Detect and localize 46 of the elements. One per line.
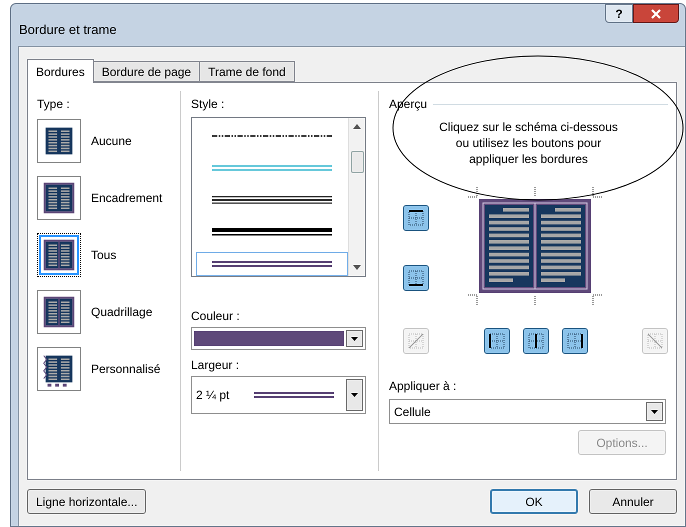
scroll-up-arrow-icon[interactable] [353, 124, 361, 129]
scrollbar[interactable] [348, 118, 365, 276]
horizontal-line-button[interactable]: Ligne horizontale... [27, 489, 146, 514]
border-toggle-button[interactable] [403, 265, 429, 291]
line-sample-icon [212, 195, 332, 205]
apply-to-dropdown[interactable]: Cellule [389, 399, 666, 424]
style-label: Style : [191, 96, 226, 113]
border-type-button[interactable] [37, 119, 81, 163]
width-value: 2 ¼ pt [196, 387, 230, 404]
width-label: Largeur : [191, 357, 240, 374]
line-style-option[interactable] [196, 252, 348, 276]
width-dropdown[interactable]: 2 ¼ pt [191, 376, 366, 414]
border-toggle-button[interactable] [522, 328, 548, 354]
border-type-label: Encadrement [91, 190, 162, 207]
help-button[interactable]: ? [605, 4, 633, 23]
apply-to-value: Cellule [394, 404, 431, 420]
border-toggle-button[interactable] [562, 328, 588, 354]
border-toggle-button[interactable] [403, 205, 429, 231]
line-sample-icon [212, 259, 332, 269]
border-type-label: Quadrillage [91, 304, 152, 321]
scroll-thumb[interactable] [350, 151, 364, 173]
border-toggle-button[interactable] [484, 328, 510, 354]
line-sample-icon [254, 392, 334, 398]
border-type-label: Aucune [91, 133, 132, 150]
border-type-button[interactable] [37, 176, 81, 220]
border-type-label: Tous [91, 247, 116, 264]
scroll-down-arrow-icon[interactable] [353, 265, 361, 270]
line-sample-icon [212, 163, 332, 173]
dialog-button[interactable]: Annuler [589, 489, 677, 514]
color-label: Couleur : [191, 308, 241, 325]
dialog-button[interactable]: OK [490, 489, 578, 514]
instruction-text: Cliquez sur le schéma ci-dessous ou utilisez les boutons pour appliquer les bordures [438, 119, 619, 167]
apply-to-label: Appliquer à : [389, 378, 458, 395]
window-title: Bordure et trame [19, 21, 117, 39]
border-type-label: Personnalisé [91, 361, 160, 378]
type-label: Type : [37, 96, 71, 113]
color-dropdown[interactable] [191, 327, 366, 350]
tab[interactable]: Trame de fond [200, 61, 295, 82]
border-type-button[interactable] [37, 233, 81, 277]
tab[interactable]: Bordures [27, 59, 94, 83]
close-button[interactable] [633, 4, 679, 23]
close-icon [650, 8, 662, 18]
border-type-button[interactable] [37, 290, 81, 334]
tab[interactable]: Bordure de page [94, 61, 200, 82]
line-sample-icon [212, 227, 332, 237]
border-type-button[interactable] [37, 347, 81, 391]
